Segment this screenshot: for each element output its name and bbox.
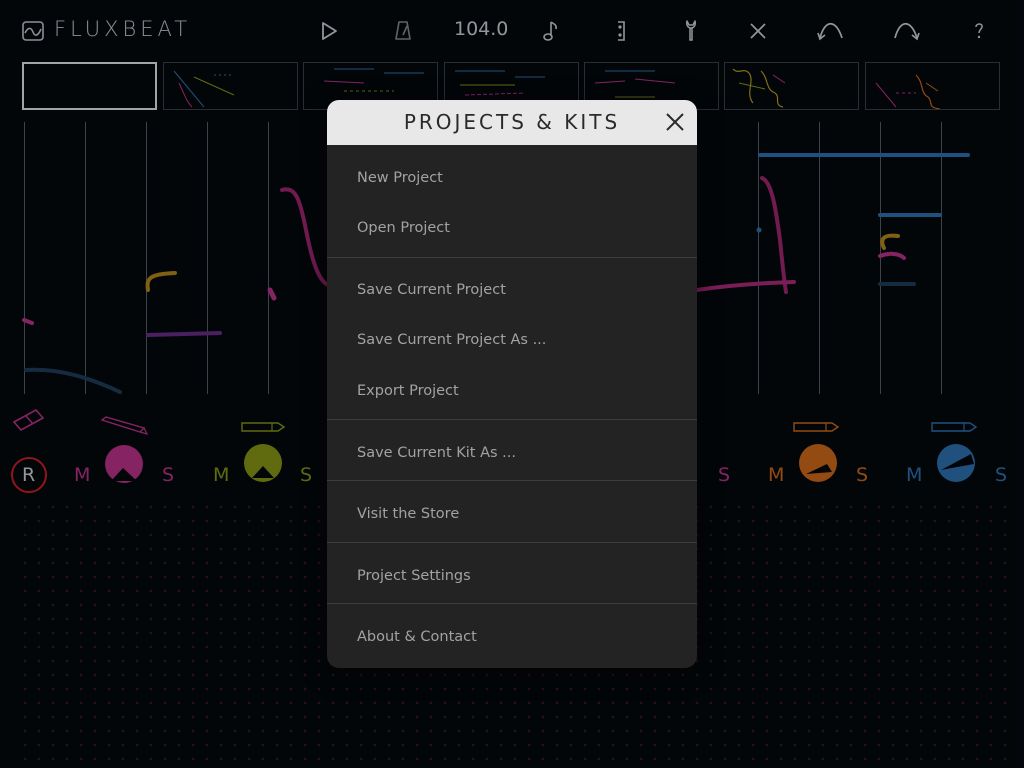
menu-item-open-project[interactable]: Open Project xyxy=(327,204,697,252)
menu-item-visit-store[interactable]: Visit the Store xyxy=(327,490,697,538)
menu-item-save-kit-as[interactable]: Save Current Kit As ... xyxy=(327,429,697,477)
menu-divider xyxy=(327,603,697,604)
menu-item-save-project[interactable]: Save Current Project xyxy=(327,266,697,314)
close-icon[interactable] xyxy=(663,110,687,134)
menu-item-export-project[interactable]: Export Project xyxy=(327,367,697,415)
dialog-header: PROJECTS & KITS xyxy=(327,100,697,145)
app-screen: FLUXBEAT 104.0 R M S M S S M S M S PROJE… xyxy=(0,0,1024,768)
menu-item-new-project[interactable]: New Project xyxy=(327,154,697,202)
menu-item-save-project-as[interactable]: Save Current Project As ... xyxy=(327,316,697,364)
menu-item-project-settings[interactable]: Project Settings xyxy=(327,552,697,600)
dialog-title: PROJECTS & KITS xyxy=(403,110,621,134)
menu-divider xyxy=(327,419,697,420)
menu-item-about-contact[interactable]: About & Contact xyxy=(327,613,697,661)
projects-kits-dialog: PROJECTS & KITS New Project Open Project… xyxy=(327,100,697,668)
menu-divider xyxy=(327,542,697,543)
menu-divider xyxy=(327,480,697,481)
menu-divider xyxy=(327,257,697,258)
